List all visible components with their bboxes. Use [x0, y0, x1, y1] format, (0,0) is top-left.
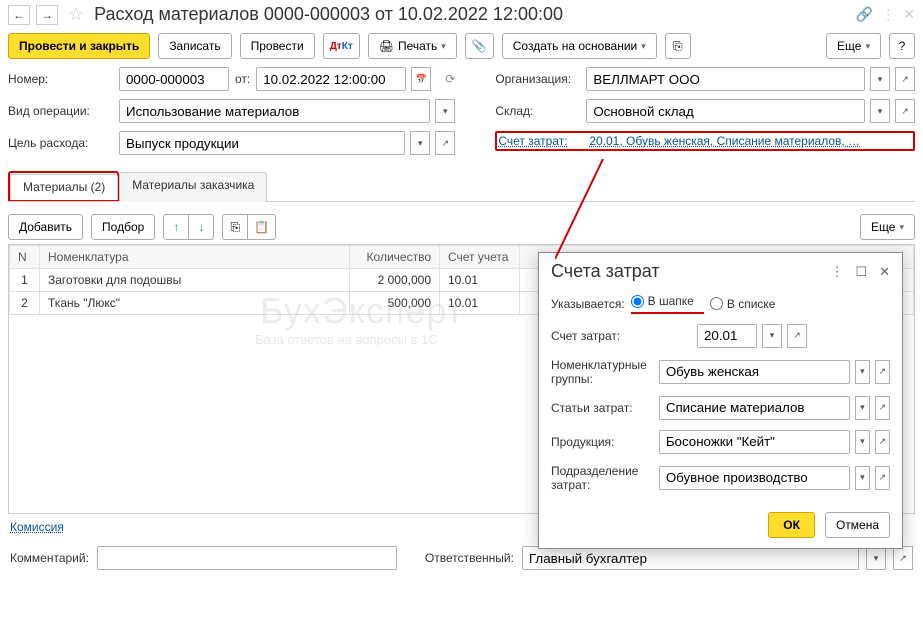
post-and-close-button[interactable]: Провести и закрыть: [8, 33, 150, 59]
popup-account-label: Счет затрат:: [551, 329, 691, 343]
date-label: от:: [235, 72, 250, 86]
commission-link[interactable]: Комиссия: [10, 520, 64, 534]
popup-maximize-icon[interactable]: ☐: [855, 264, 867, 280]
calendar-icon[interactable]: 📅: [411, 67, 431, 91]
close-window-icon[interactable]: ✕: [903, 6, 915, 23]
number-label: Номер:: [8, 72, 113, 86]
popup-account-input[interactable]: [697, 324, 757, 348]
cost-account-label-link[interactable]: Счет затрат:: [498, 134, 583, 148]
print-button[interactable]: 🖨 Печать: [368, 33, 457, 59]
pick-button[interactable]: Подбор: [91, 214, 155, 240]
post-button[interactable]: Провести: [240, 33, 315, 59]
dtkt-button[interactable]: ДтКт: [323, 33, 360, 59]
more-title-icon[interactable]: ⋮: [881, 6, 895, 23]
popup-product-label: Продукция:: [551, 435, 653, 449]
refresh-icon[interactable]: ⟳: [445, 72, 455, 86]
purpose-open-icon[interactable]: ↗: [435, 131, 455, 155]
popup-division-input[interactable]: [659, 466, 850, 490]
related-icon: ⎘: [673, 39, 683, 54]
warehouse-label: Склад:: [495, 104, 580, 118]
popup-product-dropdown[interactable]: ▾: [855, 430, 870, 454]
op-type-input[interactable]: [119, 99, 430, 123]
copy-button[interactable]: ⎘: [222, 214, 248, 240]
popup-cancel-button[interactable]: Отмена: [825, 512, 890, 538]
popup-costitem-dropdown[interactable]: ▾: [855, 396, 870, 420]
popup-costitem-input[interactable]: [659, 396, 850, 420]
radio-in-list[interactable]: В списке: [710, 297, 776, 311]
popup-ok-button[interactable]: ОК: [768, 512, 815, 538]
comment-input[interactable]: [97, 546, 397, 570]
popup-nomgroup-dropdown[interactable]: ▾: [855, 360, 870, 384]
print-icon: 🖨: [379, 39, 394, 53]
paste-button[interactable]: 📋: [247, 214, 276, 240]
popup-division-open-icon[interactable]: ↗: [875, 466, 890, 490]
nav-back-button[interactable]: ←: [8, 5, 30, 25]
arrow-down-icon: ↓: [198, 220, 204, 234]
popup-product-open-icon[interactable]: ↗: [875, 430, 890, 454]
popup-costitem-open-icon[interactable]: ↗: [875, 396, 890, 420]
col-qty: Количество: [350, 246, 440, 269]
paste-icon: 📋: [254, 220, 269, 234]
more-button[interactable]: Еще: [826, 33, 881, 59]
popup-title: Счета затрат: [551, 261, 818, 282]
add-row-button[interactable]: Добавить: [8, 214, 83, 240]
move-down-button[interactable]: ↓: [188, 214, 214, 240]
responsible-dropdown[interactable]: ▾: [866, 546, 886, 570]
cost-accounts-popup: Счета затрат ⋮ ☐ ✕ Указывается: В шапке …: [538, 252, 903, 549]
col-item: Номенклатура: [40, 246, 350, 269]
popup-division-dropdown[interactable]: ▾: [855, 466, 870, 490]
related-button[interactable]: ⎘: [665, 33, 691, 59]
popup-account-open-icon[interactable]: ↗: [787, 324, 807, 348]
purpose-dropdown[interactable]: ▾: [410, 131, 430, 155]
popup-nomgroup-input[interactable]: [659, 360, 850, 384]
popup-division-label: Подразделение затрат:: [551, 464, 653, 492]
warehouse-input[interactable]: [586, 99, 865, 123]
tab-customer-materials[interactable]: Материалы заказчика: [119, 172, 267, 202]
responsible-label: Ответственный:: [425, 551, 514, 565]
popup-product-input[interactable]: [659, 430, 850, 454]
copy-icon: ⎘: [231, 220, 241, 235]
responsible-open-icon[interactable]: ↗: [893, 546, 913, 570]
purpose-label: Цель расхода:: [8, 136, 113, 150]
warehouse-open-icon[interactable]: ↗: [895, 99, 915, 123]
radio-in-header[interactable]: В шапке: [631, 294, 694, 308]
link-icon[interactable]: 🔗: [856, 6, 873, 23]
popup-kebab-icon[interactable]: ⋮: [830, 264, 843, 280]
comment-label: Комментарий:: [10, 551, 89, 565]
popup-nomgroup-label: Номенклатурные группы:: [551, 358, 653, 386]
move-up-button[interactable]: ↑: [163, 214, 189, 240]
op-type-label: Вид операции:: [8, 104, 113, 118]
specify-label: Указывается:: [551, 297, 625, 311]
org-open-icon[interactable]: ↗: [895, 67, 915, 91]
paperclip-icon: 📎: [472, 39, 487, 53]
tab-materials[interactable]: Материалы (2): [10, 174, 118, 200]
date-input[interactable]: [256, 67, 406, 91]
popup-close-icon[interactable]: ✕: [879, 264, 890, 280]
attachments-button[interactable]: 📎: [465, 33, 494, 59]
purpose-input[interactable]: [119, 131, 405, 155]
dtkt-icon: ДтКт: [330, 41, 353, 52]
warehouse-dropdown[interactable]: ▾: [870, 99, 890, 123]
table-more-button[interactable]: Еще: [860, 214, 915, 240]
arrow-up-icon: ↑: [173, 220, 179, 234]
nav-forward-button[interactable]: →: [36, 5, 58, 25]
favorite-star-icon[interactable]: ☆: [68, 4, 84, 25]
popup-nomgroup-open-icon[interactable]: ↗: [875, 360, 890, 384]
create-based-on-button[interactable]: Создать на основании: [502, 33, 657, 59]
op-type-dropdown[interactable]: ▾: [435, 99, 455, 123]
col-n: N: [10, 246, 40, 269]
org-label: Организация:: [495, 72, 580, 86]
org-dropdown[interactable]: ▾: [870, 67, 890, 91]
cost-account-link[interactable]: 20.01, Обувь женская, Списание материало…: [589, 134, 912, 148]
save-button[interactable]: Записать: [158, 33, 231, 59]
window-title: Расход материалов 0000-000003 от 10.02.2…: [94, 4, 850, 25]
help-button[interactable]: ?: [889, 33, 915, 59]
popup-costitem-label: Статьи затрат:: [551, 401, 653, 415]
responsible-input[interactable]: [522, 546, 859, 570]
number-input[interactable]: [119, 67, 229, 91]
col-acc: Счет учета: [440, 246, 520, 269]
org-input[interactable]: [586, 67, 865, 91]
popup-account-dropdown[interactable]: ▾: [762, 324, 782, 348]
